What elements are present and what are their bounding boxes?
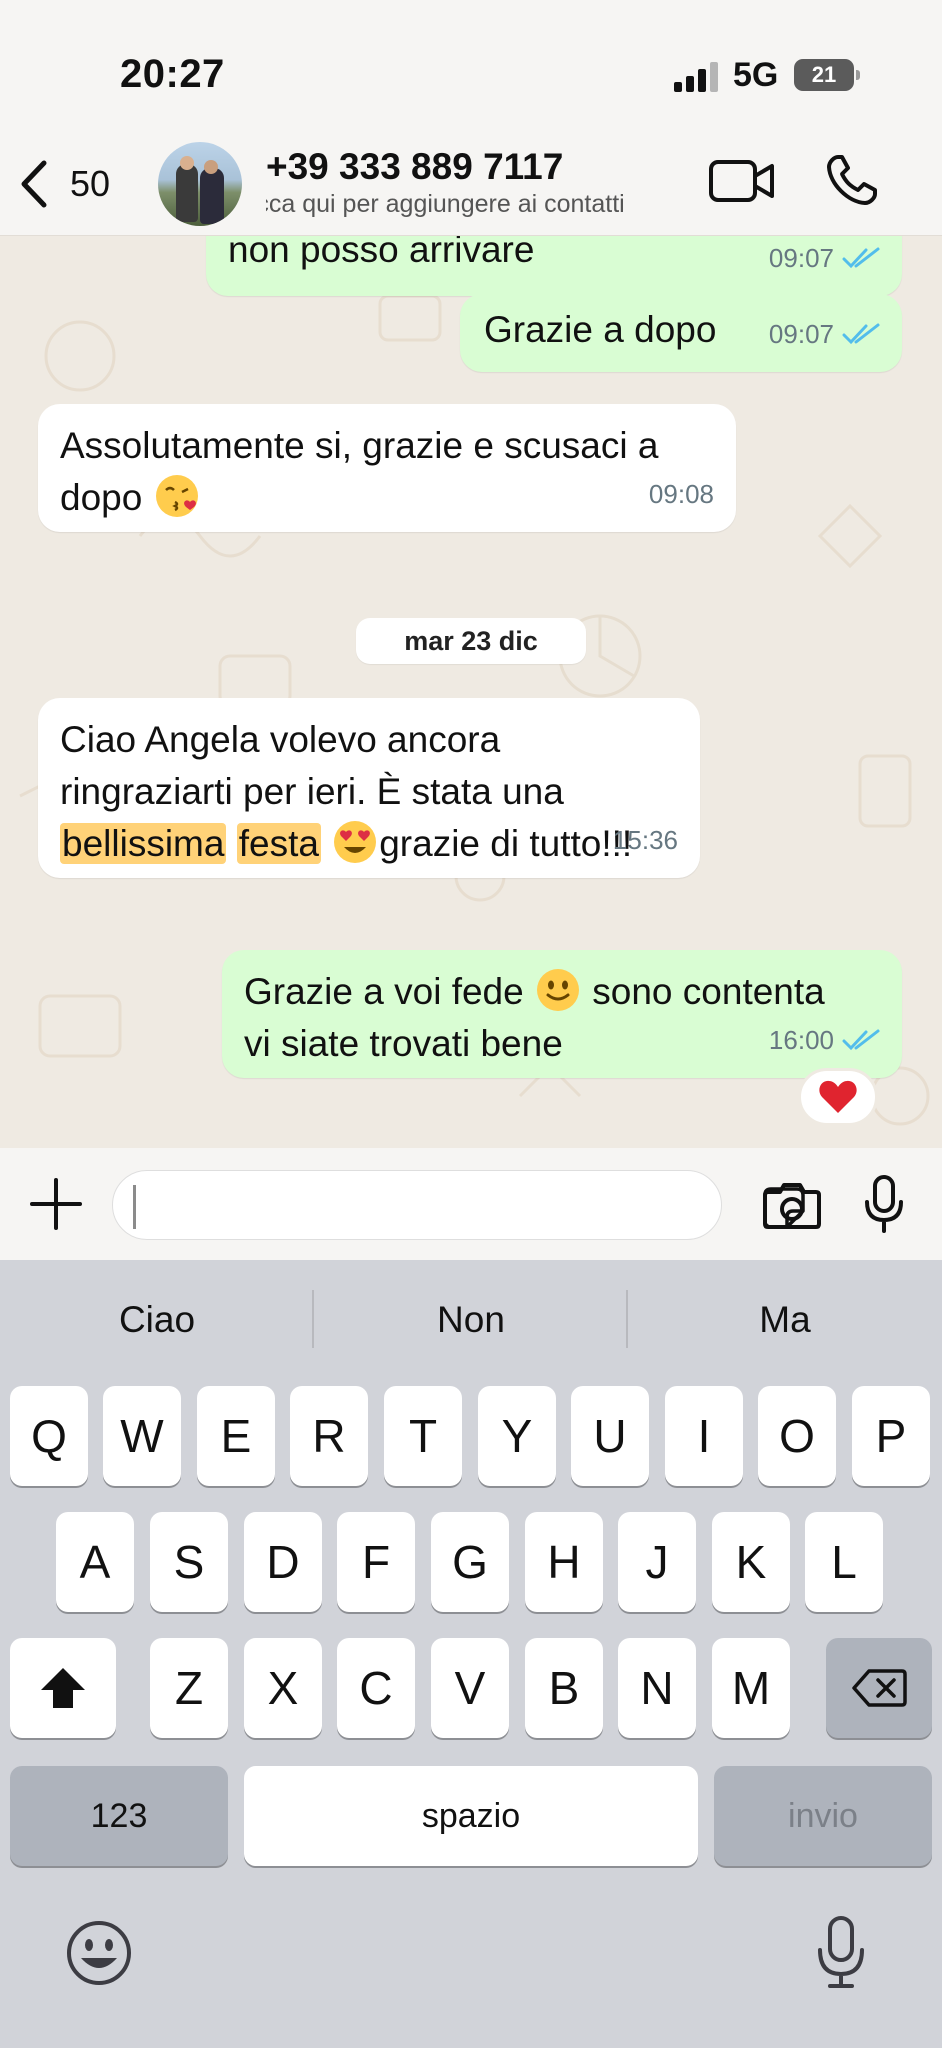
key-u[interactable]: U (571, 1386, 649, 1486)
message-time: 16:00 (768, 1025, 834, 1055)
smiling-face-emoji-icon (537, 969, 579, 1011)
shift-arrow-icon (41, 1668, 85, 1708)
key-w[interactable]: W (103, 1386, 181, 1486)
key-k[interactable]: K (712, 1512, 790, 1612)
numbers-key[interactable]: 123 (10, 1766, 228, 1866)
kissing-face-emoji-icon (155, 475, 198, 517)
key-e[interactable]: E (197, 1386, 275, 1486)
phone-call-icon[interactable] (824, 152, 880, 208)
space-key[interactable]: spazio (244, 1766, 698, 1866)
text-caret (133, 1185, 136, 1229)
message-text: Assolutamente si, grazie e scusaci a dop… (60, 425, 659, 518)
key-o[interactable]: O (758, 1386, 836, 1486)
cellular-signal-icon (674, 62, 720, 92)
message-time: 15:36 (612, 825, 678, 855)
highlighted-word: bellissima (60, 823, 227, 864)
emoji-keyboard-icon[interactable] (64, 1918, 134, 1988)
chevron-left-icon (21, 160, 47, 208)
suggestion-3[interactable]: Ma (628, 1260, 942, 1380)
message-text: Ciao Angela volevo ancora ringraziarti p… (60, 719, 633, 864)
key-y[interactable]: Y (478, 1386, 556, 1486)
video-call-icon[interactable] (708, 156, 776, 206)
red-heart-icon (819, 1080, 857, 1113)
key-s[interactable]: S (150, 1512, 228, 1612)
key-v[interactable]: V (431, 1638, 509, 1738)
return-key[interactable]: invio (714, 1766, 932, 1866)
message-text: Grazie a dopo (484, 309, 717, 350)
shift-key[interactable] (10, 1638, 116, 1738)
key-l[interactable]: L (805, 1512, 883, 1612)
message-time: 09:07 (768, 319, 834, 349)
microphone-icon[interactable] (862, 1174, 906, 1234)
message-outgoing[interactable]: Grazie a dopo 09:07 (460, 294, 902, 372)
key-r[interactable]: R (290, 1386, 368, 1486)
key-j[interactable]: J (618, 1512, 696, 1612)
dictation-microphone-icon[interactable] (814, 1914, 868, 1990)
avatar[interactable] (158, 142, 242, 226)
network-type: 5G (733, 56, 779, 94)
key-m[interactable]: M (712, 1638, 790, 1738)
message-time: 09:08 (648, 479, 714, 509)
unread-count: 50 (70, 163, 111, 204)
message-time: 09:07 (768, 243, 834, 273)
message-incoming[interactable]: Ciao Angela volevo ancora ringraziarti p… (38, 698, 700, 878)
contact-subtitle[interactable]: Tocca qui per aggiungere ai contatti (266, 190, 690, 219)
message-incoming[interactable]: Assolutamente si, grazie e scusaci a dop… (38, 404, 736, 532)
suggestion-2[interactable]: Non (314, 1260, 628, 1380)
chat-header: 20:27 5G 21 50 +39 333 889 7117 Tocca qu… (0, 0, 942, 236)
key-i[interactable]: I (665, 1386, 743, 1486)
key-t[interactable]: T (384, 1386, 462, 1486)
message-composer (0, 1148, 942, 1260)
message-outgoing[interactable]: non posso arrivare 09:07 (206, 236, 902, 296)
back-button[interactable]: 50 (16, 156, 126, 212)
key-x[interactable]: X (244, 1638, 322, 1738)
read-receipt-icon (842, 323, 880, 345)
keyboard: Ciao Non Ma Q W E R T Y U I O P A S D F … (0, 1260, 942, 2048)
contact-name[interactable]: +39 333 889 7117 (266, 146, 563, 188)
highlighted-word: festa (236, 823, 321, 864)
status-time: 20:27 (120, 52, 225, 96)
message-outgoing[interactable]: Grazie a voi fede sono contenta vi siate… (222, 950, 902, 1078)
suggestion-1[interactable]: Ciao (0, 1260, 314, 1380)
backspace-icon (852, 1669, 907, 1707)
battery-icon: 21 (794, 59, 860, 91)
plus-icon[interactable] (28, 1176, 84, 1232)
message-reaction[interactable] (798, 1068, 878, 1126)
key-q[interactable]: Q (10, 1386, 88, 1486)
delete-key[interactable] (826, 1638, 932, 1738)
camera-icon[interactable] (762, 1180, 822, 1230)
key-b[interactable]: B (525, 1638, 603, 1738)
key-g[interactable]: G (431, 1512, 509, 1612)
read-receipt-icon (842, 247, 880, 269)
key-p[interactable]: P (852, 1386, 930, 1486)
key-a[interactable]: A (56, 1512, 134, 1612)
key-c[interactable]: C (337, 1638, 415, 1738)
key-h[interactable]: H (525, 1512, 603, 1612)
message-text: non posso arrivare (228, 236, 535, 270)
message-input[interactable] (112, 1170, 805, 1240)
key-d[interactable]: D (244, 1512, 322, 1612)
key-n[interactable]: N (618, 1638, 696, 1738)
heart-eyes-emoji-icon (334, 821, 377, 863)
date-separator: mar 23 dic (356, 618, 586, 664)
key-f[interactable]: F (337, 1512, 415, 1612)
message-list[interactable]: non posso arrivare 09:07 Grazie a dopo 0… (0, 236, 942, 1148)
key-z[interactable]: Z (150, 1638, 228, 1738)
read-receipt-icon (842, 1029, 880, 1051)
